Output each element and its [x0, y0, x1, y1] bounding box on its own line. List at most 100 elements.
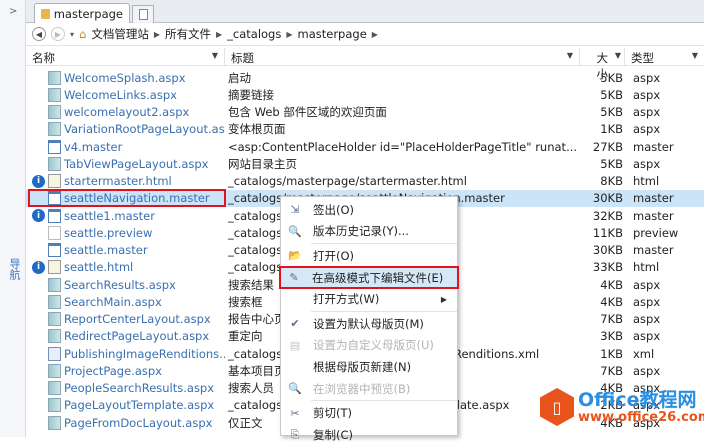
tab-bar: masterpage [26, 0, 704, 24]
file-name-cell[interactable]: i seattle1.master [26, 208, 225, 223]
file-name-cell[interactable]: WelcomeLinks.aspx [26, 87, 225, 102]
file-name-cell[interactable]: TabViewPageLayout.aspx [26, 156, 225, 171]
file-name[interactable]: PageFromDocLayout.aspx [64, 416, 212, 430]
file-name[interactable]: seattle.html [64, 260, 133, 274]
file-name[interactable]: WelcomeSplash.aspx [64, 71, 186, 85]
back-button[interactable]: ◀ [32, 27, 46, 41]
file-aspx-icon [48, 294, 61, 309]
file-aspx-icon [48, 415, 61, 430]
chevron-down-icon[interactable]: ▼ [615, 51, 621, 60]
file-type: aspx [633, 70, 661, 85]
file-aspx-icon [48, 312, 61, 327]
file-master-icon [48, 139, 61, 154]
file-name[interactable]: PeopleSearchResults.aspx [64, 381, 214, 395]
file-name[interactable]: startermaster.html [64, 174, 172, 188]
table-row[interactable]: WelcomeLinks.aspx 摘要链接 5KB aspx [26, 86, 704, 103]
file-name[interactable]: seattle1.master [64, 209, 155, 223]
menu-item[interactable]: ⇲ 签出(O) [281, 199, 457, 221]
table-row[interactable]: WelcomeSplash.aspx 启动 5KB aspx [26, 69, 704, 86]
info-icon[interactable]: i [32, 260, 45, 274]
breadcrumb-item[interactable]: 文档管理站 [91, 26, 149, 42]
file-name-cell[interactable]: SearchResults.aspx [26, 277, 225, 292]
file-name[interactable]: RedirectPageLayout.aspx [64, 329, 209, 343]
history-dropdown[interactable]: ▾ [70, 30, 74, 39]
file-size: 5KB [600, 156, 623, 171]
file-name[interactable]: welcomelayout2.aspx [64, 105, 189, 119]
navigation-pane-label[interactable]: 导航 [6, 258, 22, 280]
file-name-cell[interactable]: WelcomeSplash.aspx [26, 70, 225, 85]
file-name-cell[interactable]: PublishingImageRenditions.... [26, 346, 225, 361]
column-type[interactable]: 类型 ▼ [625, 48, 704, 65]
new-tab-button[interactable] [132, 5, 154, 23]
file-name[interactable]: SearchResults.aspx [64, 278, 176, 292]
file-master-icon [48, 243, 61, 258]
expand-pane-icon[interactable]: > [9, 6, 17, 17]
file-preview-icon [48, 225, 61, 240]
column-size[interactable]: 大小 ▼ [580, 48, 625, 81]
menu-item[interactable]: ✔ 设置为默认母版页(M) [281, 313, 457, 335]
table-row[interactable]: i startermaster.html _catalogs/masterpage… [26, 173, 704, 190]
file-name[interactable]: ReportCenterLayout.aspx [64, 312, 211, 326]
file-name[interactable]: v4.master [64, 140, 122, 154]
menu-item[interactable]: ⎘ 复制(C) [281, 424, 457, 446]
file-type: preview [633, 225, 679, 240]
file-size: 33KB [592, 260, 623, 275]
file-name-cell[interactable]: RedirectPageLayout.aspx [26, 329, 225, 344]
file-name-cell[interactable]: PeopleSearchResults.aspx [26, 381, 225, 396]
menu-item[interactable]: ▤ 设置为自定义母版页(U) [281, 335, 457, 357]
breadcrumb-separator-icon[interactable]: ▶ [286, 30, 292, 39]
table-row[interactable]: welcomelayout2.aspx 包含 Web 部件区域的欢迎页面 5KB… [26, 104, 704, 121]
forward-button[interactable]: ▶ [51, 27, 65, 41]
column-title[interactable]: 标题 ▼ [225, 48, 580, 65]
file-name-cell[interactable]: ProjectPage.aspx [26, 363, 225, 378]
breadcrumb-item[interactable]: masterpage [298, 27, 367, 41]
file-name[interactable]: seattle.preview [64, 226, 152, 240]
table-row[interactable]: VariationRootPageLayout.as... 变体根页面 1KB … [26, 121, 704, 138]
file-name-cell[interactable]: PageFromDocLayout.aspx [26, 415, 225, 430]
file-name-cell[interactable]: welcomelayout2.aspx [26, 105, 225, 120]
info-icon[interactable]: i [32, 174, 45, 188]
file-name-cell[interactable]: ReportCenterLayout.aspx [26, 312, 225, 327]
menu-item[interactable]: 打开方式(W) ▶ [281, 288, 457, 310]
breadcrumb-separator-icon[interactable]: ▶ [372, 30, 378, 39]
menu-item-label: 设置为默认母版页(M) [313, 316, 424, 331]
menu-item[interactable]: ✂ 剪切(T) [281, 402, 457, 424]
file-name[interactable]: ProjectPage.aspx [64, 364, 162, 378]
menu-item[interactable]: 📂 打开(O) [281, 245, 457, 267]
file-size: 8KB [600, 174, 623, 189]
file-name-cell[interactable]: SearchMain.aspx [26, 294, 225, 309]
breadcrumb-item[interactable]: _catalogs [227, 27, 281, 41]
menu-item[interactable]: 根据母版页新建(N) [281, 356, 457, 378]
breadcrumb-separator-icon[interactable]: ▶ [154, 30, 160, 39]
file-name[interactable]: WelcomeLinks.aspx [64, 88, 177, 102]
file-name[interactable]: VariationRootPageLayout.as... [64, 122, 225, 136]
file-name[interactable]: PageLayoutTemplate.aspx [64, 398, 214, 412]
file-name-cell[interactable]: seattle.preview [26, 225, 225, 240]
file-size: 4KB [600, 294, 623, 309]
file-name-cell[interactable]: PageLayoutTemplate.aspx [26, 398, 225, 413]
file-name[interactable]: seattle.master [64, 243, 148, 257]
menu-item[interactable]: ✎ 在高级模式下编辑文件(E) [279, 265, 459, 290]
file-name[interactable]: PublishingImageRenditions.... [64, 347, 225, 361]
file-name-cell[interactable]: seattle.master [26, 243, 225, 258]
chevron-down-icon[interactable]: ▼ [212, 51, 218, 60]
file-name-cell[interactable]: v4.master [26, 139, 225, 154]
column-name[interactable]: 名称 ▼ [26, 48, 225, 65]
info-icon[interactable]: i [32, 209, 45, 223]
menu-item[interactable]: 🔍 在浏览器中预览(B) [281, 378, 457, 400]
file-type: html [633, 260, 660, 275]
file-name-cell[interactable]: i startermaster.html [26, 174, 225, 189]
file-name-cell[interactable]: i seattle.html [26, 260, 225, 275]
breadcrumb-separator-icon[interactable]: ▶ [216, 30, 222, 39]
file-type: master [633, 139, 674, 154]
tab-masterpage[interactable]: masterpage [34, 3, 130, 24]
file-name[interactable]: TabViewPageLayout.aspx [64, 157, 209, 171]
chevron-down-icon[interactable]: ▼ [692, 51, 698, 60]
file-name[interactable]: SearchMain.aspx [64, 295, 162, 309]
table-row[interactable]: v4.master <asp:ContentPlaceHolder id="Pl… [26, 138, 704, 155]
file-name-cell[interactable]: VariationRootPageLayout.as... [26, 122, 225, 137]
breadcrumb-item[interactable]: 所有文件 [165, 26, 211, 42]
chevron-down-icon[interactable]: ▼ [567, 51, 573, 60]
menu-item[interactable]: 🔍 版本历史记录(Y)... [281, 221, 457, 243]
table-row[interactable]: TabViewPageLayout.aspx 网站目录主页 5KB aspx [26, 155, 704, 172]
